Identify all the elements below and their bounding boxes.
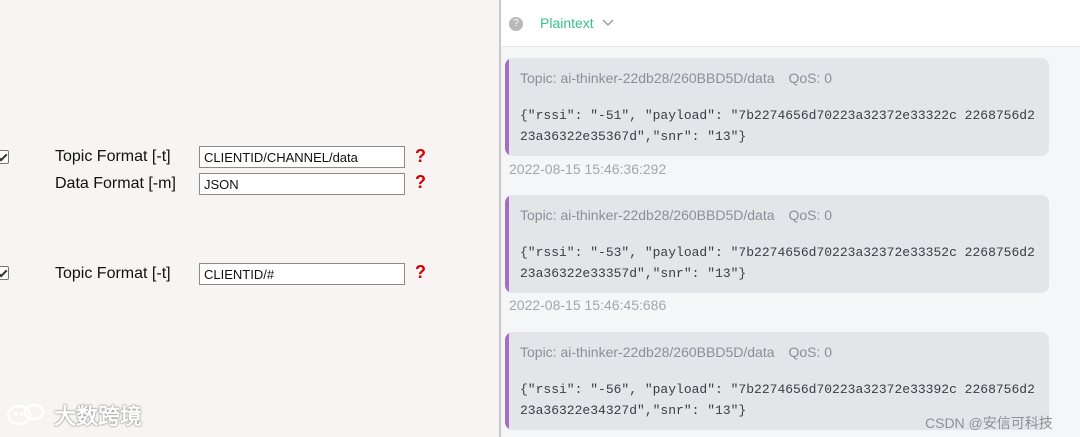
watermark-left: 大数跨境 xyxy=(6,399,142,431)
message-toolbar: ? Plaintext xyxy=(501,0,1080,47)
topic-format-label: Topic Format [-t] xyxy=(55,148,171,165)
message-timestamp: 2022-08-15 15:46:36:292 xyxy=(509,161,667,177)
message-qos: QoS: 0 xyxy=(788,344,833,360)
message-meta: Topic: ai-thinker-22db28/260BBD5D/data Qo… xyxy=(520,70,832,86)
data-format-label: Data Format [-m] xyxy=(55,175,176,192)
group1-checkbox[interactable] xyxy=(0,150,9,164)
message-bubble[interactable]: Topic: ai-thinker-22db28/260BBD5D/data Qo… xyxy=(505,58,1049,156)
group2-checkbox[interactable] xyxy=(0,266,9,280)
message-accent-bar xyxy=(505,58,509,156)
topic-format-help-icon[interactable]: ? xyxy=(415,146,426,167)
data-format-help-icon[interactable]: ? xyxy=(415,172,426,193)
message-qos: QoS: 0 xyxy=(788,207,833,223)
topic-format-help-icon-2[interactable]: ? xyxy=(415,262,426,283)
message-accent-bar xyxy=(505,195,509,293)
wechat-logo-icon xyxy=(6,404,45,426)
watermark-right: CSDN @安信可科技 xyxy=(925,415,1053,431)
mqtt-settings-pane: Topic Format [-t] ? Data Format [-m] ? T… xyxy=(0,0,499,437)
payload-format-value: Plaintext xyxy=(540,15,594,31)
message-topic: Topic: ai-thinker-22db28/260BBD5D/data xyxy=(520,207,775,223)
message-meta: Topic: ai-thinker-22db28/260BBD5D/data Qo… xyxy=(520,207,832,223)
message-bubble[interactable]: Topic: ai-thinker-22db28/260BBD5D/data Qo… xyxy=(505,195,1049,293)
message-topic: Topic: ai-thinker-22db28/260BBD5D/data xyxy=(520,344,775,360)
message-accent-bar xyxy=(505,332,509,430)
message-qos: QoS: 0 xyxy=(788,70,833,86)
topic-format-input[interactable] xyxy=(199,146,405,168)
chevron-down-icon xyxy=(602,19,614,27)
watermark-left-text: 大数跨境 xyxy=(54,404,143,429)
message-meta: Topic: ai-thinker-22db28/260BBD5D/data Qo… xyxy=(520,344,832,360)
topic-format-label: Topic Format [-t] xyxy=(55,265,171,282)
message-pane: ? Plaintext Topic: ai-thinker-22db28/260… xyxy=(501,0,1080,437)
message-payload: {"rssi": "-51", "payload": "7b2274656d70… xyxy=(520,108,1035,144)
message-payload: {"rssi": "-53", "payload": "7b2274656d70… xyxy=(520,245,1035,281)
message-timestamp: 2022-08-15 15:46:45:686 xyxy=(509,297,667,313)
payload-format-select[interactable]: Plaintext xyxy=(540,15,614,31)
topic-format-input-2[interactable] xyxy=(199,263,405,285)
message-topic: Topic: ai-thinker-22db28/260BBD5D/data xyxy=(520,70,775,86)
data-format-input[interactable] xyxy=(199,173,405,195)
info-icon[interactable]: ? xyxy=(509,17,523,31)
